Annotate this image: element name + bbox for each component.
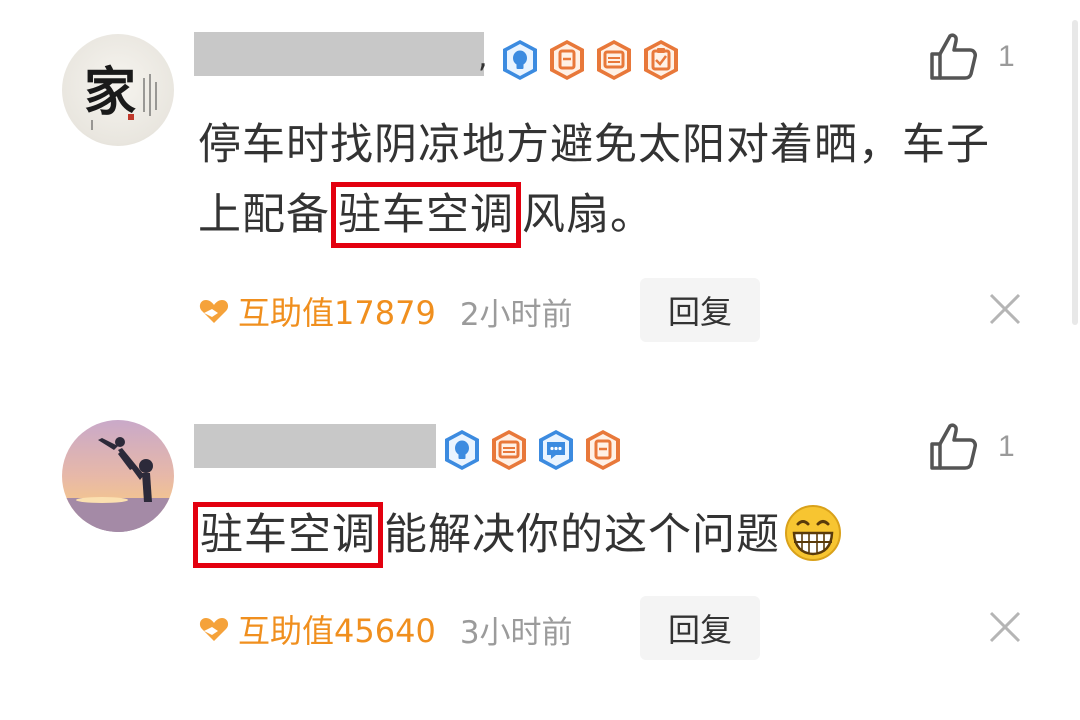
reply-button[interactable]: 回复 (640, 278, 760, 342)
like-button[interactable]: 1 (926, 30, 1015, 84)
comment-text: 停车时找阴凉地方避免太阳对着晒，车子上配备 驻车空调 风扇。 (198, 110, 1028, 250)
timestamp: 2小时前 (459, 296, 573, 333)
comment-text-after: 风扇。 (522, 190, 654, 240)
username-masked[interactable] (194, 424, 436, 468)
calligraphy-avatar-image: 家 (84, 62, 157, 130)
sunset-couple-avatar-image (62, 420, 174, 532)
avatar[interactable] (62, 420, 174, 532)
book-badge-icon[interactable] (489, 428, 529, 472)
reply-button[interactable]: 回复 (640, 596, 760, 660)
highlighted-keyword: 驻车空调 (193, 502, 383, 568)
comment-text-after: 能解决你的这个问题 (384, 510, 780, 560)
like-count: 1 (998, 430, 1015, 463)
helping-hand-heart-icon (199, 300, 229, 323)
close-icon[interactable] (988, 292, 1022, 326)
chat-badge-icon[interactable] (536, 428, 576, 472)
avatar-char: 家 (84, 62, 136, 123)
scrollbar[interactable] (1072, 20, 1078, 325)
name-separator: , (478, 40, 488, 75)
lightbulb-badge-icon[interactable] (500, 38, 540, 82)
card-badge-icon[interactable] (547, 38, 587, 82)
username-masked[interactable] (194, 32, 484, 76)
card-badge-icon[interactable] (583, 428, 623, 472)
checklist-badge-icon[interactable] (641, 38, 681, 82)
helping-hand-heart-icon (199, 618, 229, 641)
help-value: 互助值45640 (238, 612, 436, 650)
thumbs-up-icon (930, 33, 977, 80)
book-badge-icon[interactable] (594, 38, 634, 82)
comment-text: 驻车空调 能解决你的这个问题 (192, 500, 1022, 570)
avatar[interactable]: 家 (62, 34, 174, 146)
grinning-emoji-icon (785, 504, 841, 561)
badge-row (442, 428, 623, 472)
like-count: 1 (998, 40, 1015, 73)
help-value: 互助值17879 (238, 294, 436, 332)
comment-list: 家 , 1 停车时找阴凉地方避免太阳对着晒，车子上配备 驻车空调 风扇。 互助值… (0, 0, 1080, 720)
highlighted-keyword: 驻车空调 (331, 182, 521, 248)
thumbs-up-icon (930, 423, 977, 470)
badge-row (500, 38, 681, 82)
lightbulb-badge-icon[interactable] (442, 428, 482, 472)
like-button[interactable]: 1 (926, 420, 1015, 474)
close-icon[interactable] (988, 610, 1022, 644)
comment-meta: 互助值45640 3小时前 (198, 606, 573, 652)
comment-meta: 互助值17879 2小时前 (198, 288, 573, 334)
timestamp: 3小时前 (459, 614, 573, 651)
